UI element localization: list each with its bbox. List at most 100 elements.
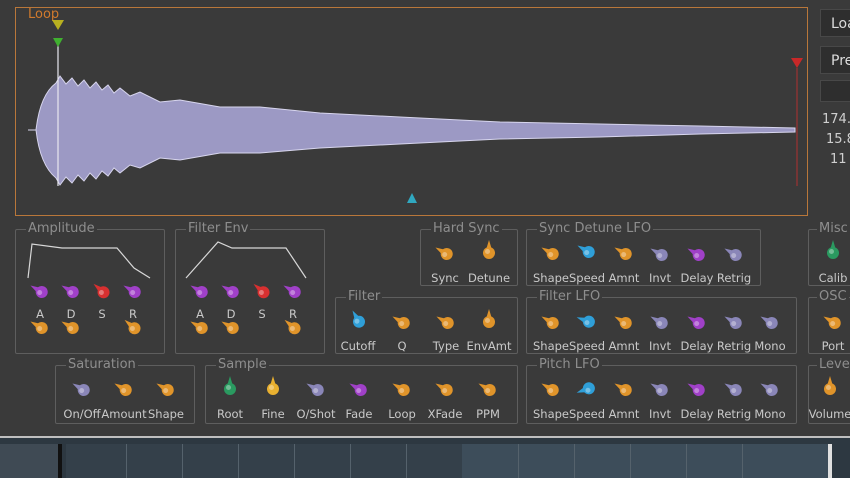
osc-port-knob[interactable] <box>820 309 846 335</box>
filter-env-sustain-knob[interactable] <box>249 278 275 304</box>
amplitude-decay-knob[interactable] <box>58 278 84 304</box>
filter-lfo-label-amnt: Amnt <box>608 339 640 353</box>
hard-sync-detune-knob[interactable] <box>476 238 502 264</box>
sync-lfo-speed-knob[interactable] <box>574 238 600 264</box>
pitch-lfo-retrig-knob[interactable] <box>721 376 747 402</box>
filter-lfo-speed-knob[interactable] <box>574 308 600 334</box>
filter-lfo-shape-knob[interactable] <box>538 309 564 335</box>
sample-label-xfade: XFade <box>427 407 463 421</box>
filter-env-decay-mod-knob[interactable] <box>218 314 244 340</box>
arrange-timeline[interactable] <box>0 438 850 478</box>
filter-envamt-knob[interactable] <box>476 307 502 333</box>
loop-start-marker-green[interactable] <box>53 38 63 47</box>
filter-title: Filter <box>346 289 383 305</box>
sample-root-knob[interactable] <box>217 374 243 400</box>
pitch-lfo-label-invt: Invt <box>649 407 671 421</box>
sample-fade-knob[interactable] <box>346 376 372 402</box>
sync-lfo-shape-knob[interactable] <box>538 240 564 266</box>
timeline-gridline <box>742 444 743 478</box>
playhead-marker[interactable] <box>407 193 417 203</box>
filter-lfo-retrig-knob[interactable] <box>721 309 747 335</box>
filter-lfo-mono-knob[interactable] <box>757 309 783 335</box>
osc-title: OSC <box>817 289 849 305</box>
sample-label-root: Root <box>216 407 244 421</box>
timeline-gridline <box>574 444 575 478</box>
timeline-region-1[interactable] <box>0 444 58 478</box>
pitch-lfo-label-retrig: Retrig <box>716 407 752 421</box>
timeline-region-3[interactable] <box>462 444 828 478</box>
timeline-gridline <box>238 444 239 478</box>
saturation-title: Saturation <box>66 357 138 373</box>
saturation-label-shape: Shape <box>147 407 185 421</box>
timeline-gridline <box>350 444 351 478</box>
saturation-shape-knob[interactable] <box>153 376 179 402</box>
sync-detune-lfo-title: Sync Detune LFO <box>537 221 654 237</box>
saturation-label-onoff: On/Off <box>63 407 101 421</box>
hard-sync-label-detune: Detune <box>467 271 511 285</box>
filter-lfo-delay-knob[interactable] <box>684 309 710 335</box>
pitch-lfo-amnt-knob[interactable] <box>611 376 637 402</box>
sample-label-fine: Fine <box>261 407 285 421</box>
hard-sync-title: Hard Sync <box>431 221 502 237</box>
level-label-volume: Volume <box>808 407 850 421</box>
misc-title: Misc <box>817 221 850 237</box>
sync-lfo-retrig-knob[interactable] <box>721 241 747 267</box>
amplitude-release-mod-knob[interactable] <box>120 314 146 340</box>
sync-lfo-delay-knob[interactable] <box>684 241 710 267</box>
sync-lfo-label-speed: Speed <box>568 271 606 285</box>
pitch-lfo-delay-knob[interactable] <box>684 376 710 402</box>
sample-loop-knob[interactable] <box>389 376 415 402</box>
sync-lfo-amnt-knob[interactable] <box>611 240 637 266</box>
filter-q-knob[interactable] <box>389 309 415 335</box>
pitch-lfo-shape-knob[interactable] <box>538 376 564 402</box>
filter-env-decay-knob[interactable] <box>218 278 244 304</box>
amplitude-decay-mod-knob[interactable] <box>58 314 84 340</box>
filter-lfo-amnt-knob[interactable] <box>611 309 637 335</box>
pitch-lfo-label-speed: Speed <box>568 407 606 421</box>
side-blank-button[interactable] <box>820 80 850 102</box>
waveform-display[interactable] <box>0 0 850 220</box>
loop-start-marker-yellow[interactable] <box>52 20 64 30</box>
saturation-amount-knob[interactable] <box>111 376 137 402</box>
saturation-label-amount: Amount <box>101 407 147 421</box>
filter-env-title: Filter Env <box>186 221 251 237</box>
side-value-1: 174. <box>822 112 850 127</box>
sample-xfade-knob[interactable] <box>432 376 458 402</box>
amplitude-sustain-knob[interactable] <box>89 278 115 304</box>
saturation-onoff-knob[interactable] <box>69 376 95 402</box>
filter-lfo-label-invt: Invt <box>649 339 671 353</box>
filter-lfo-invt-knob[interactable] <box>647 309 673 335</box>
sync-lfo-invt-knob[interactable] <box>647 241 673 267</box>
filter-lfo-label-speed: Speed <box>568 339 606 353</box>
pitch-lfo-title: Pitch LFO <box>537 357 602 373</box>
pitch-lfo-label-mono: Mono <box>754 407 786 421</box>
filter-env-release-knob[interactable] <box>280 278 306 304</box>
sample-oshot-knob[interactable] <box>303 376 329 402</box>
sample-ppm-knob[interactable] <box>475 376 501 402</box>
filter-env-attack-mod-knob[interactable] <box>187 314 213 340</box>
sync-lfo-label-retrig: Retrig <box>716 271 752 285</box>
load-button[interactable]: Loa <box>820 9 850 37</box>
sample-label-ppm: PPM <box>476 407 500 421</box>
amplitude-attack-mod-knob[interactable] <box>27 314 53 340</box>
hard-sync-sync-knob[interactable] <box>432 240 458 266</box>
timeline-cursor-left[interactable] <box>58 444 62 478</box>
level-volume-knob[interactable] <box>817 374 843 400</box>
amplitude-release-knob[interactable] <box>120 278 146 304</box>
filter-type-knob[interactable] <box>433 309 459 335</box>
amplitude-attack-knob[interactable] <box>27 278 53 304</box>
timeline-cursor-right[interactable] <box>828 444 832 478</box>
pitch-lfo-invt-knob[interactable] <box>647 376 673 402</box>
filter-label-type: Type <box>432 339 460 353</box>
level-title: Leve <box>817 357 850 373</box>
loop-end-marker[interactable] <box>791 58 803 68</box>
sample-fine-knob[interactable] <box>260 374 286 400</box>
pitch-lfo-mono-knob[interactable] <box>757 376 783 402</box>
filter-env-attack-knob[interactable] <box>187 278 213 304</box>
filter-lfo-label-retrig: Retrig <box>716 339 752 353</box>
preset-button[interactable]: Pre <box>820 46 850 74</box>
filter-env-release-mod-knob[interactable] <box>280 314 306 340</box>
misc-calib-knob[interactable] <box>820 238 846 264</box>
pitch-lfo-speed-knob[interactable] <box>574 376 600 402</box>
filter-cutoff-knob[interactable] <box>345 307 371 333</box>
